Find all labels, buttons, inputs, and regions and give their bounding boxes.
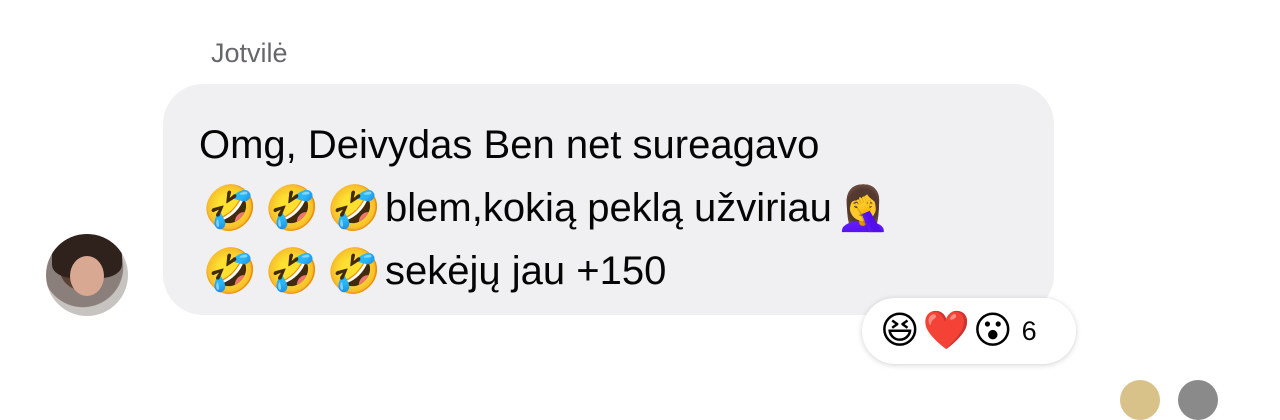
- laughing-reaction-icon: 😆: [880, 310, 920, 352]
- seen-avatar: [1178, 380, 1218, 420]
- rolling-laughing-icon: 🤣: [326, 183, 382, 233]
- rolling-laughing-icon: 🤣: [202, 183, 258, 233]
- reactions-summary[interactable]: 😆 ❤️ 😮 6: [862, 298, 1076, 364]
- message-line-2: 🤣 🤣 🤣 blem,kokią peklą užviriau 🤦‍♀️: [199, 177, 1018, 240]
- avatar-face: [70, 256, 104, 296]
- avatar[interactable]: [46, 234, 128, 316]
- rolling-laughing-icon: 🤣: [264, 246, 320, 296]
- message-line-3: 🤣 🤣 🤣 sekėjų jau +150: [199, 240, 1018, 303]
- message-line-1: Omg, Deivydas Ben net sureagavo: [199, 114, 1018, 177]
- sender-name[interactable]: Jotvilė: [211, 38, 288, 69]
- rolling-laughing-icon: 🤣: [326, 246, 382, 296]
- rolling-laughing-icon: 🤣: [264, 183, 320, 233]
- heart-reaction-icon: ❤️: [922, 310, 970, 352]
- message-bubble[interactable]: Omg, Deivydas Ben net sureagavo 🤣 🤣 🤣 bl…: [163, 84, 1054, 315]
- message-text: blem,kokią peklą užviriau: [385, 186, 832, 230]
- facepalm-icon: 🤦‍♀️: [835, 183, 891, 233]
- seen-avatar: [1120, 380, 1160, 420]
- wow-reaction-icon: 😮: [972, 310, 1013, 352]
- rolling-laughing-icon: 🤣: [202, 246, 258, 296]
- message-text: Omg, Deivydas Ben net sureagavo: [199, 123, 820, 167]
- message-text: sekėjų jau +150: [385, 249, 667, 293]
- reaction-count: 6: [1021, 315, 1037, 346]
